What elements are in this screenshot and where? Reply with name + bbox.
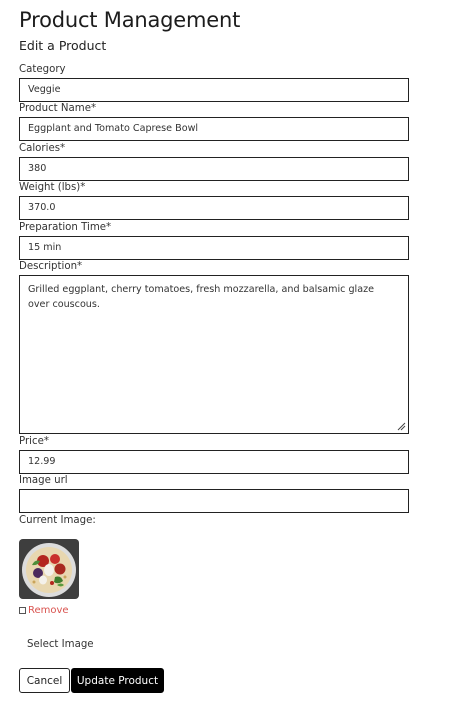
prep-time-field[interactable]: 15 min xyxy=(19,236,409,260)
description-value: Grilled eggplant, cherry tomatoes, fresh… xyxy=(28,284,375,310)
category-field[interactable]: Veggie xyxy=(19,78,409,102)
weight-value: 370.0 xyxy=(28,202,56,213)
image-url-label: Image url xyxy=(19,475,68,486)
weight-field[interactable]: 370.0 xyxy=(19,196,409,220)
category-label: Category xyxy=(19,64,66,75)
update-product-button[interactable]: Update Product xyxy=(71,668,164,693)
current-image-label: Current Image: xyxy=(19,515,96,526)
description-label: Description* xyxy=(19,261,83,272)
cancel-button[interactable]: Cancel xyxy=(19,668,70,693)
description-textarea[interactable]: Grilled eggplant, cherry tomatoes, fresh… xyxy=(19,275,409,434)
calories-label: Calories* xyxy=(19,143,66,154)
weight-label: Weight (lbs)* xyxy=(19,182,86,193)
remove-image-checkbox[interactable] xyxy=(19,607,26,614)
price-value: 12.99 xyxy=(28,456,56,467)
page-subtitle: Edit a Product xyxy=(19,38,107,53)
product-name-field[interactable]: Eggplant and Tomato Caprese Bowl xyxy=(19,117,409,141)
product-name-label: Product Name* xyxy=(19,103,97,114)
select-image-button[interactable]: Select Image xyxy=(27,639,94,650)
page-title: Product Management xyxy=(19,8,241,32)
product-name-value: Eggplant and Tomato Caprese Bowl xyxy=(28,123,199,134)
resize-handle-icon[interactable] xyxy=(397,422,406,431)
prep-time-value: 15 min xyxy=(28,242,62,253)
current-image-thumbnail xyxy=(19,539,79,599)
calories-field[interactable]: 380 xyxy=(19,157,409,181)
calories-value: 380 xyxy=(28,163,47,174)
remove-image-label[interactable]: Remove xyxy=(28,605,69,616)
prep-time-label: Preparation Time* xyxy=(19,222,112,233)
image-url-field[interactable] xyxy=(19,489,409,513)
price-field[interactable]: 12.99 xyxy=(19,450,409,474)
food-bowl-image xyxy=(19,539,79,599)
category-value: Veggie xyxy=(28,84,61,95)
price-label: Price* xyxy=(19,436,49,447)
